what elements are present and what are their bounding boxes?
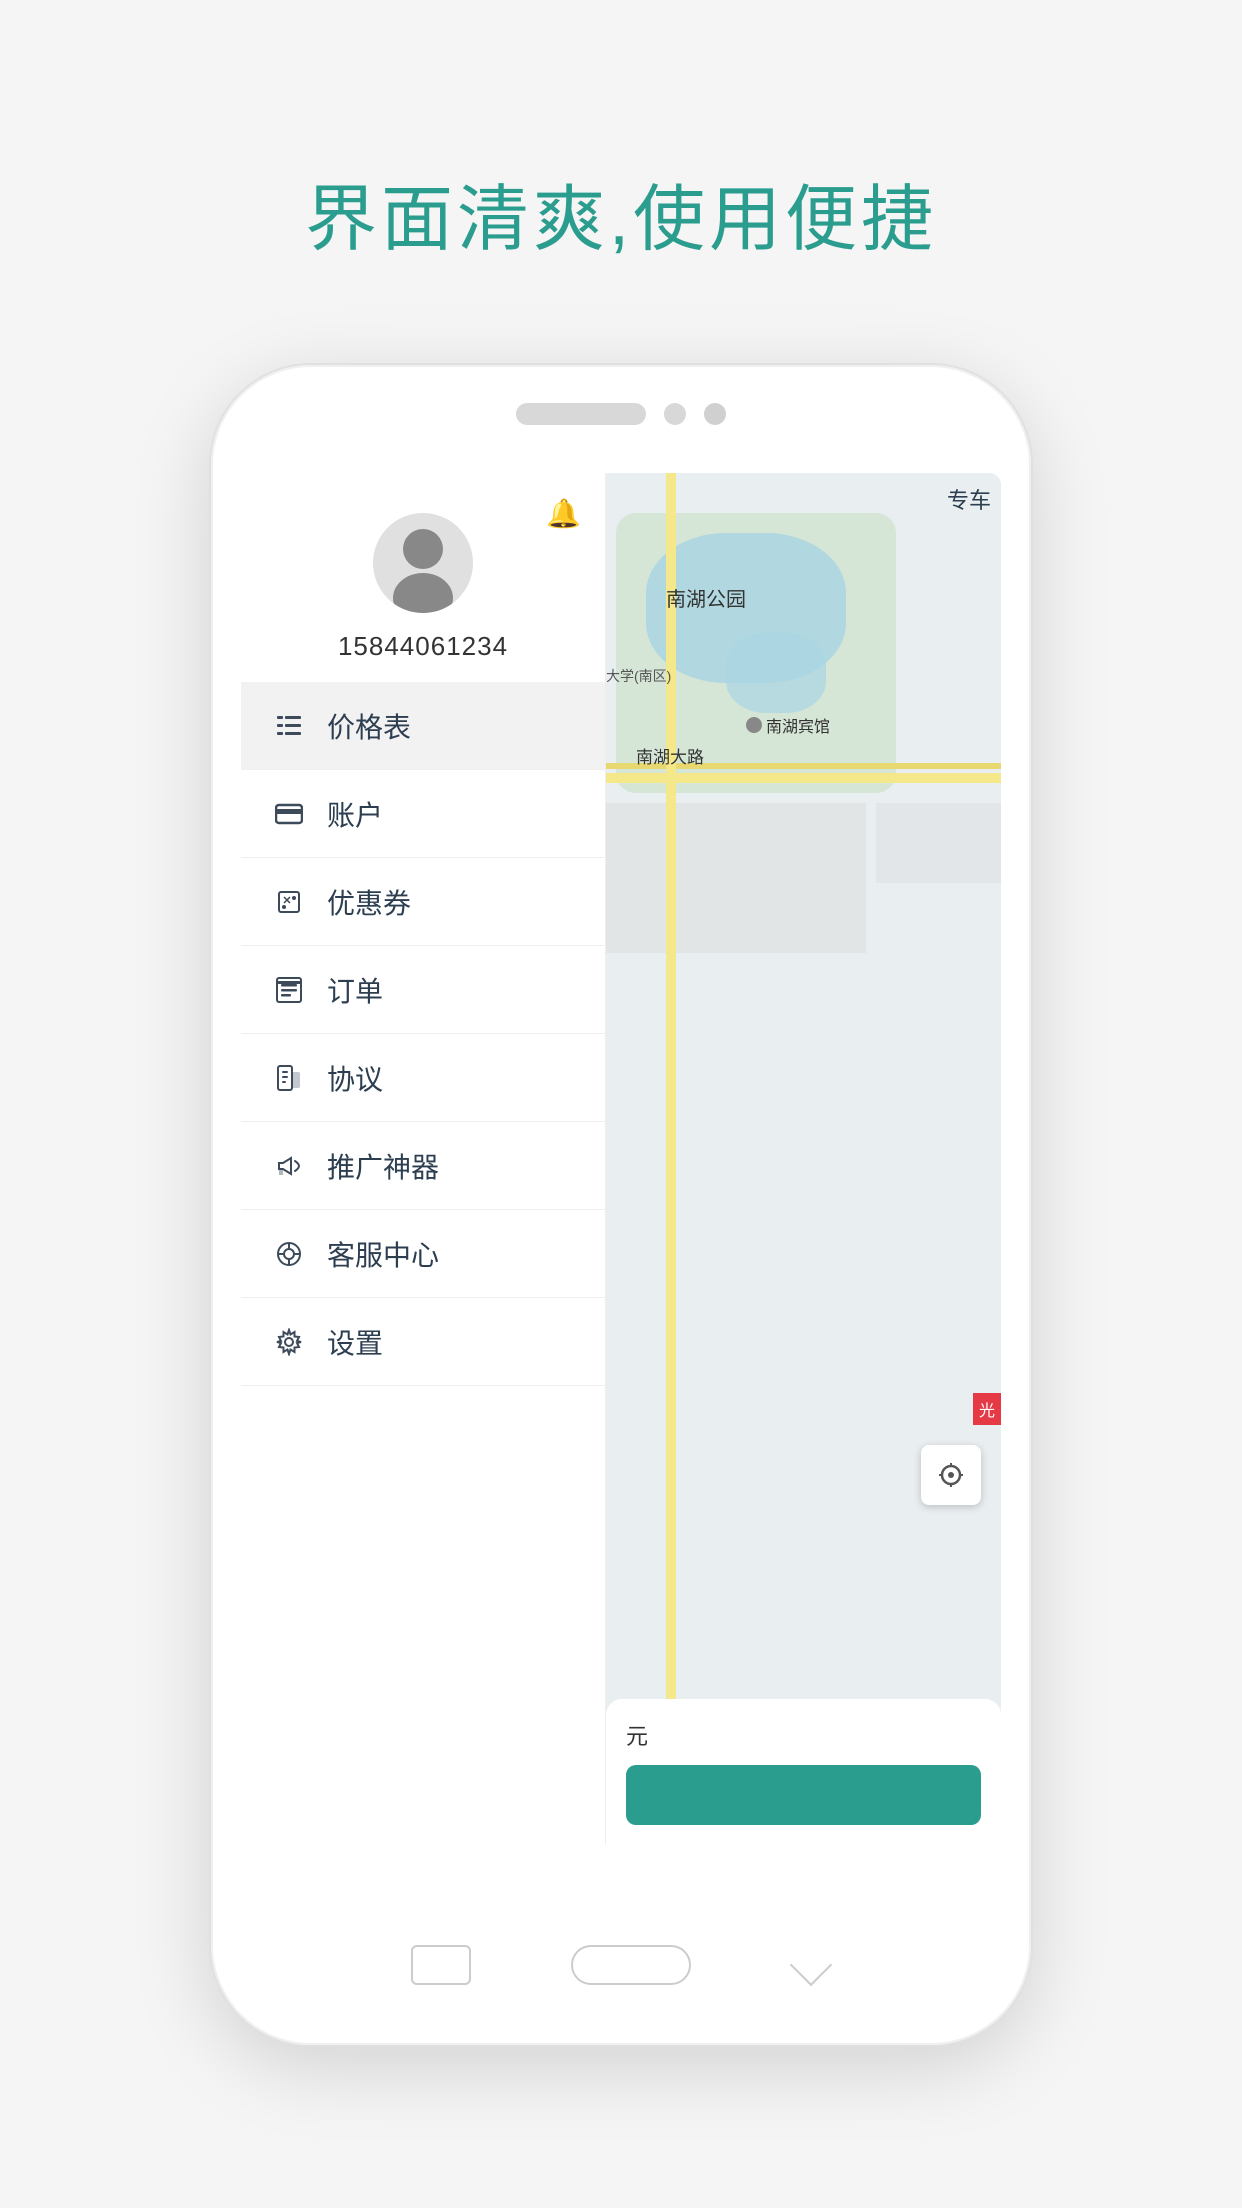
menu-item-settings[interactable]: 设置 bbox=[241, 1298, 605, 1386]
map-panel: 南湖公园 南湖大路 南湖宾馆 大学(南区) 专车 bbox=[606, 473, 1001, 1845]
promo-icon bbox=[271, 1148, 307, 1184]
recent-apps-button[interactable] bbox=[411, 1945, 471, 1985]
phone-top-bar bbox=[516, 403, 726, 425]
avatar bbox=[373, 513, 473, 613]
menu-item-promo[interactable]: 推广神器 bbox=[241, 1122, 605, 1210]
menu-item-account[interactable]: 账户 bbox=[241, 770, 605, 858]
map-lake-secondary bbox=[726, 633, 826, 713]
order-button[interactable] bbox=[626, 1765, 981, 1825]
map-label-hotel: 南湖宾馆 bbox=[746, 713, 830, 737]
phone-bottom-bar bbox=[411, 1945, 831, 1985]
menu-label-order: 订单 bbox=[327, 970, 383, 1010]
menu-label-promo: 推广神器 bbox=[327, 1146, 439, 1186]
service-icon bbox=[271, 1236, 307, 1272]
coupon-icon bbox=[271, 884, 307, 920]
promo-red-label: 光 bbox=[973, 1393, 1001, 1425]
menu-label-account: 账户 bbox=[327, 794, 383, 834]
menu-item-price-list[interactable]: 价格表 bbox=[241, 682, 605, 770]
back-button[interactable] bbox=[791, 1945, 831, 1985]
menu-label-coupon: 优惠券 bbox=[327, 882, 411, 922]
speaker bbox=[516, 403, 646, 425]
menu-label-service: 客服中心 bbox=[327, 1234, 439, 1274]
account-icon bbox=[271, 796, 307, 832]
order-icon bbox=[271, 972, 307, 1008]
settings-icon bbox=[271, 1324, 307, 1360]
location-button[interactable] bbox=[921, 1445, 981, 1505]
agreement-icon bbox=[271, 1060, 307, 1096]
map-label-road: 南湖大路 bbox=[636, 743, 704, 768]
front-camera bbox=[664, 403, 686, 425]
page-title: 界面清爽,使用便捷 bbox=[305, 160, 937, 265]
menu-item-agreement[interactable]: 协议 bbox=[241, 1034, 605, 1122]
front-camera2 bbox=[704, 403, 726, 425]
map-bottom-sheet: 元 bbox=[606, 1699, 1001, 1845]
menu-label-price-list: 价格表 bbox=[327, 706, 411, 746]
menu-item-coupon[interactable]: 优惠券 bbox=[241, 858, 605, 946]
map-block1 bbox=[606, 803, 866, 953]
user-phone: 15844061234 bbox=[338, 631, 508, 662]
menu-item-service[interactable]: 客服中心 bbox=[241, 1210, 605, 1298]
menu-list: 价格表 账户 bbox=[241, 682, 605, 1845]
phone-mockup: 🔔 15844061234 bbox=[211, 365, 1031, 2045]
map-block2 bbox=[876, 803, 1001, 883]
map-label-park: 南湖公园 bbox=[666, 583, 746, 612]
home-button[interactable] bbox=[571, 1945, 691, 1985]
map-top-label: 专车 bbox=[947, 483, 991, 515]
bell-icon[interactable]: 🔔 bbox=[546, 497, 581, 530]
price-text: 元 bbox=[626, 1719, 981, 1751]
phone-screen: 🔔 15844061234 bbox=[241, 473, 1001, 1845]
menu-label-agreement: 协议 bbox=[327, 1058, 383, 1098]
map-label-university: 大学(南区) bbox=[606, 668, 666, 685]
menu-label-settings: 设置 bbox=[327, 1322, 383, 1362]
drawer-panel: 🔔 15844061234 bbox=[241, 473, 606, 1845]
menu-item-order[interactable]: 订单 bbox=[241, 946, 605, 1034]
drawer-header: 🔔 15844061234 bbox=[241, 473, 605, 682]
list-icon bbox=[271, 708, 307, 744]
